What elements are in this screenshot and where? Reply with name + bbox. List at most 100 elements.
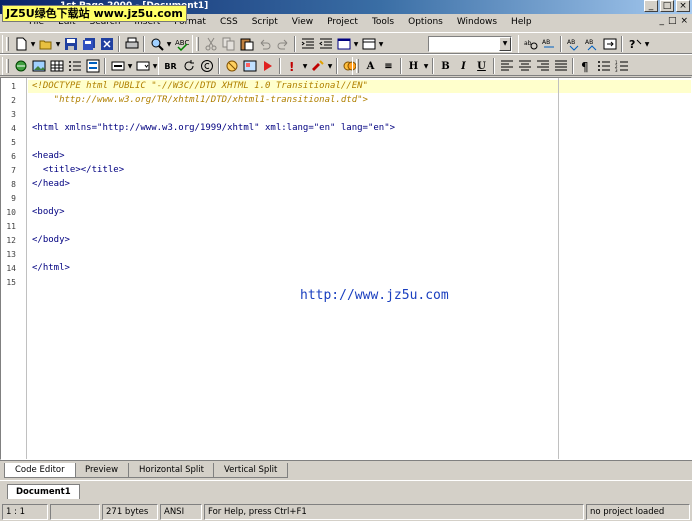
- view-tabs: Code Editor Preview Horizontal Split Ver…: [0, 460, 692, 478]
- menu-view[interactable]: View: [285, 16, 320, 29]
- ol-icon[interactable]: 123: [613, 58, 630, 75]
- save-icon[interactable]: [62, 36, 79, 53]
- hr-icon[interactable]: [109, 58, 126, 75]
- help-icon[interactable]: ?: [626, 36, 643, 53]
- copyright-icon[interactable]: [198, 58, 215, 75]
- line-number: 11: [6, 222, 16, 231]
- hr-dropdown[interactable]: ▼: [127, 58, 133, 75]
- window-icon[interactable]: [360, 36, 377, 53]
- paste-icon[interactable]: [238, 36, 255, 53]
- paragraph-format-button[interactable]: ≡: [380, 58, 397, 75]
- project-status: no project loaded: [586, 504, 690, 520]
- help-tip-icon[interactable]: !: [284, 58, 301, 75]
- svg-text:?: ?: [629, 38, 635, 51]
- right-margin-guide: [558, 78, 559, 459]
- edit-toolbar-group: ▼ ▼: [192, 35, 384, 53]
- tab-vertical-split[interactable]: Vertical Split: [213, 463, 289, 478]
- new-file-icon[interactable]: [12, 36, 29, 53]
- outdent-icon[interactable]: [317, 36, 334, 53]
- svg-text:!: !: [289, 60, 294, 73]
- code-editor[interactable]: 1 2 3 4 5 6 7 8 9 10 11 12 13 14 15 <!DOCTYPE html PUB…: [0, 77, 692, 460]
- spellcheck-icon[interactable]: ABC: [173, 36, 190, 53]
- replace-icon[interactable]: AB: [540, 36, 557, 53]
- toolbar-grip[interactable]: [6, 37, 9, 51]
- close-button[interactable]: ×: [676, 0, 690, 12]
- applet-dropdown[interactable]: ▼: [327, 58, 333, 75]
- color-icon[interactable]: [223, 58, 240, 75]
- frame-dropdown[interactable]: ▼: [353, 36, 359, 53]
- window-dropdown[interactable]: ▼: [378, 36, 384, 53]
- menu-script[interactable]: Script: [245, 16, 285, 29]
- close-file-icon[interactable]: [98, 36, 115, 53]
- font-button[interactable]: A: [362, 58, 379, 75]
- heading-dropdown[interactable]: ▼: [423, 58, 429, 75]
- applet-icon[interactable]: [309, 58, 326, 75]
- align-right-icon[interactable]: [534, 58, 551, 75]
- underline-button[interactable]: U: [473, 58, 490, 75]
- toolbar-grip[interactable]: [356, 59, 359, 73]
- image-icon[interactable]: [30, 58, 47, 75]
- toolbar-combo[interactable]: ▼: [428, 36, 512, 52]
- new-file-dropdown[interactable]: ▼: [30, 36, 36, 53]
- print-icon[interactable]: [123, 36, 140, 53]
- line-number-gutter: 1 2 3 4 5 6 7 8 9 10 11 12 13 14 15: [1, 78, 27, 459]
- form-icon[interactable]: [84, 58, 101, 75]
- menu-options[interactable]: Options: [401, 16, 450, 29]
- open-folder-dropdown[interactable]: ▼: [55, 36, 61, 53]
- bold-button[interactable]: B: [437, 58, 454, 75]
- tab-code-editor[interactable]: Code Editor: [4, 463, 76, 478]
- doc-restore-button[interactable]: □: [668, 16, 677, 26]
- menu-windows[interactable]: Windows: [450, 16, 504, 29]
- frame-icon[interactable]: [335, 36, 352, 53]
- heading-button[interactable]: H: [405, 58, 422, 75]
- redo-icon[interactable]: [274, 36, 291, 53]
- find-next-icon[interactable]: AB: [565, 36, 582, 53]
- align-center-icon[interactable]: [516, 58, 533, 75]
- toolbar-grip[interactable]: [6, 59, 9, 73]
- list-icon[interactable]: [66, 58, 83, 75]
- anchor-icon[interactable]: [12, 58, 29, 75]
- ul-icon[interactable]: [595, 58, 612, 75]
- status-bar: 1 : 1 271 bytes ANSI For Help, press Ctr…: [0, 503, 692, 521]
- menu-project[interactable]: Project: [320, 16, 365, 29]
- doc-close-button[interactable]: ×: [680, 16, 688, 26]
- save-all-icon[interactable]: [80, 36, 97, 53]
- image-map-icon[interactable]: [241, 58, 258, 75]
- code-line: </head>: [32, 179, 70, 189]
- special-toolbar-group: BR ! ▼ ▼: [158, 57, 358, 75]
- toolbar-grip[interactable]: [196, 37, 199, 51]
- copy-icon[interactable]: [220, 36, 237, 53]
- goto-icon[interactable]: [601, 36, 618, 53]
- table-icon[interactable]: [48, 58, 65, 75]
- paragraph-icon[interactable]: ¶: [577, 58, 594, 75]
- arrow-icon[interactable]: [259, 58, 276, 75]
- menu-tools[interactable]: Tools: [365, 16, 401, 29]
- tab-preview[interactable]: Preview: [74, 463, 130, 478]
- italic-button[interactable]: I: [455, 58, 472, 75]
- minimize-button[interactable]: _: [644, 0, 658, 12]
- help-tip-dropdown[interactable]: ▼: [302, 58, 308, 75]
- doc-minimize-button[interactable]: _: [659, 16, 664, 26]
- justify-icon[interactable]: [552, 58, 569, 75]
- search-toolbar-group: ab AB AB AB ? ▼: [518, 35, 650, 53]
- help-dropdown[interactable]: ▼: [644, 36, 650, 53]
- refresh-icon[interactable]: [180, 58, 197, 75]
- document-tab[interactable]: Document1: [7, 484, 80, 499]
- br-button[interactable]: BR: [162, 58, 179, 75]
- line-number: 3: [11, 110, 16, 119]
- open-folder-icon[interactable]: [37, 36, 54, 53]
- menu-help[interactable]: Help: [504, 16, 539, 29]
- find-icon[interactable]: ab: [522, 36, 539, 53]
- preview-icon[interactable]: [148, 36, 165, 53]
- dropdown-icon[interactable]: [134, 58, 151, 75]
- align-left-icon[interactable]: [498, 58, 515, 75]
- cut-icon[interactable]: [202, 36, 219, 53]
- menu-css[interactable]: CSS: [213, 16, 245, 29]
- find-prev-icon[interactable]: AB: [583, 36, 600, 53]
- tab-horizontal-split[interactable]: Horizontal Split: [128, 463, 215, 478]
- indent-icon[interactable]: [299, 36, 316, 53]
- undo-icon[interactable]: [256, 36, 273, 53]
- maximize-button[interactable]: □: [660, 0, 674, 12]
- preview-dropdown[interactable]: ▼: [166, 36, 172, 53]
- chevron-down-icon[interactable]: ▼: [499, 37, 511, 51]
